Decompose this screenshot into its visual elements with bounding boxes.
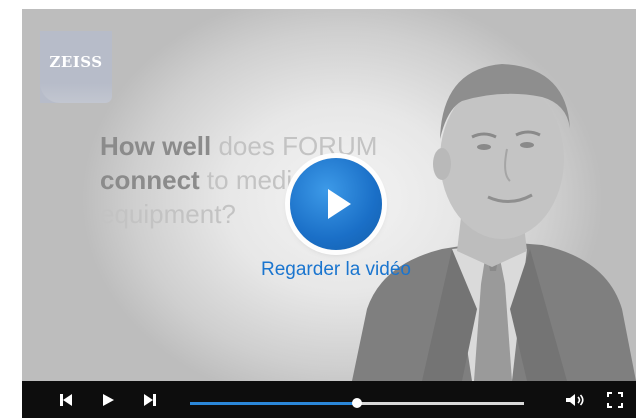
video-player: ZEISS How well does FORUM connect to med… [0,0,636,418]
question-line1-rest: does FORUM [211,131,378,161]
skip-forward-icon[interactable] [138,381,162,418]
control-bar [22,381,636,418]
progress-fill [190,402,357,405]
play-overlay-button[interactable] [290,158,382,250]
question-line1-strong: How well [100,131,212,161]
progress-handle[interactable] [352,398,362,408]
question-line2-strong: connect [100,165,200,195]
skip-back-icon[interactable] [54,381,78,418]
fullscreen-icon[interactable] [602,381,628,418]
play-icon[interactable] [96,381,120,418]
zeiss-logo: ZEISS [40,31,112,103]
video-frame[interactable]: ZEISS How well does FORUM connect to med… [22,9,636,381]
progress-bar[interactable] [190,398,524,408]
watch-video-link[interactable]: Regarder la vidéo [236,259,436,281]
logo-text: ZEISS [49,53,103,71]
volume-icon[interactable] [562,381,588,418]
